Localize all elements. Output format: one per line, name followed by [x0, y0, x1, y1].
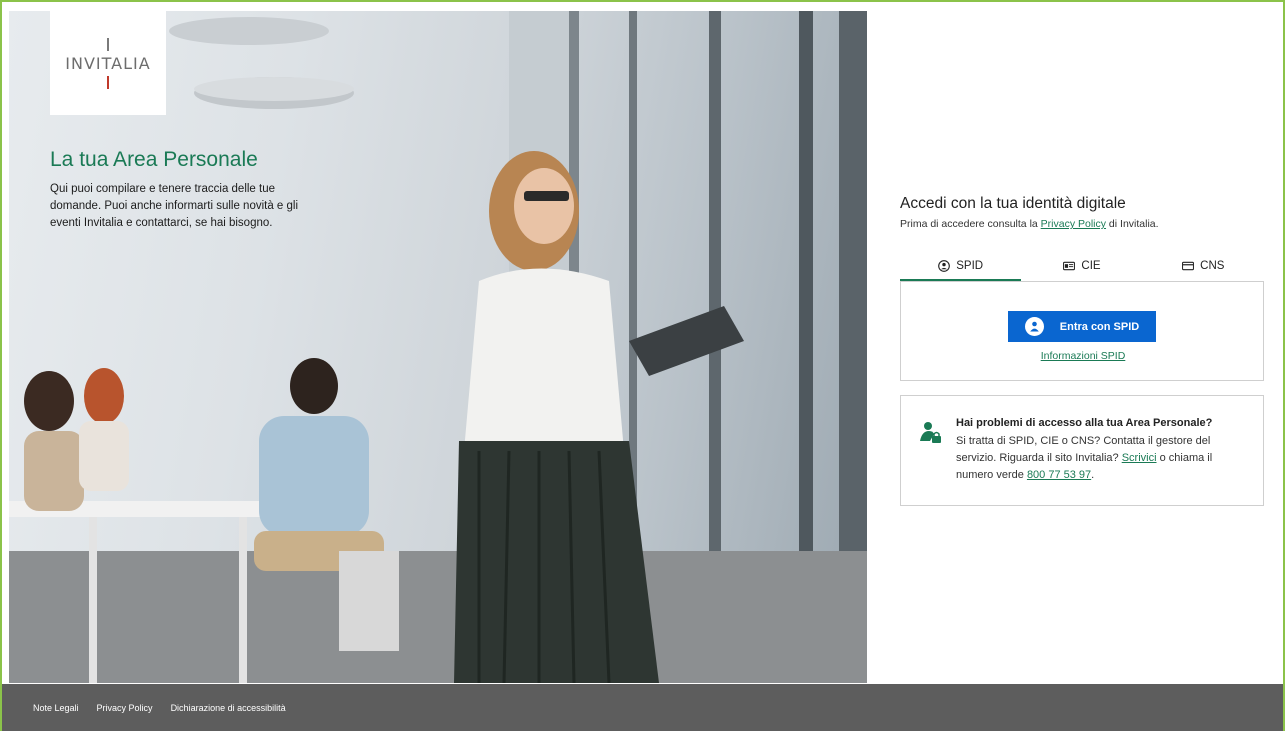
- card-icon: [1182, 260, 1195, 272]
- tab-cns[interactable]: CNS: [1143, 253, 1264, 281]
- help-title: Hai problemi di accesso alla tua Area Pe…: [956, 417, 1213, 429]
- login-subtitle-before: Prima di accedere consulta la: [900, 218, 1041, 230]
- enter-with-spid-button[interactable]: Entra con SPID: [1008, 311, 1156, 342]
- hero-image: INVITALIA La tua Area Personale Qui puoi…: [9, 11, 867, 683]
- footer-link-privacy-policy[interactable]: Privacy Policy: [97, 703, 153, 713]
- login-subtitle: Prima di accedere consulta la Privacy Po…: [900, 218, 1264, 230]
- tab-cie[interactable]: CIE: [1021, 253, 1142, 281]
- footer-link-accessibility[interactable]: Dichiarazione di accessibilità: [171, 703, 286, 713]
- hero-description: Qui puoi compilare e tenere traccia dell…: [50, 183, 299, 229]
- hero-title: La tua Area Personale: [50, 148, 258, 171]
- user-lock-icon: [920, 421, 942, 445]
- write-us-link[interactable]: Scrivici: [1122, 452, 1157, 464]
- tab-spid[interactable]: SPID: [900, 253, 1022, 281]
- tab-cns-label: CNS: [1200, 260, 1225, 272]
- help-body: Si tratta di SPID, CIE o CNS? Contatta i…: [956, 433, 1246, 484]
- enter-with-spid-label: Entra con SPID: [1059, 320, 1140, 333]
- footer: Note Legali Privacy Policy Dichiarazione…: [0, 684, 1285, 731]
- logo-bar-bottom: [107, 75, 109, 89]
- toll-free-number-link[interactable]: 800 77 53 97: [1027, 469, 1091, 481]
- login-subtitle-after: di Invitalia.: [1106, 218, 1159, 230]
- spid-user-icon: [1024, 317, 1044, 336]
- id-card-icon: [1063, 260, 1076, 272]
- spid-info-link[interactable]: Informazioni SPID: [901, 350, 1265, 362]
- identity-tabs: SPID CIE CNS: [900, 253, 1264, 281]
- invitalia-logo[interactable]: INVITALIA: [50, 11, 166, 115]
- logo-text: INVITALIA: [65, 53, 151, 73]
- privacy-policy-link[interactable]: Privacy Policy: [1041, 218, 1106, 230]
- spid-login-box: Entra con SPID Informazioni SPID: [900, 281, 1264, 381]
- footer-link-legal-notes[interactable]: Note Legali: [33, 703, 79, 713]
- help-box: Hai problemi di accesso alla tua Area Pe…: [900, 395, 1264, 506]
- login-panel: Accedi con la tua identità digitale Prim…: [900, 195, 1264, 506]
- logo-bar-top: [107, 37, 109, 51]
- user-circle-icon: [938, 260, 951, 272]
- tab-spid-label: SPID: [956, 260, 984, 272]
- help-body-part3: .: [1091, 469, 1095, 481]
- login-title: Accedi con la tua identità digitale: [900, 195, 1126, 212]
- tab-cie-label: CIE: [1081, 260, 1101, 272]
